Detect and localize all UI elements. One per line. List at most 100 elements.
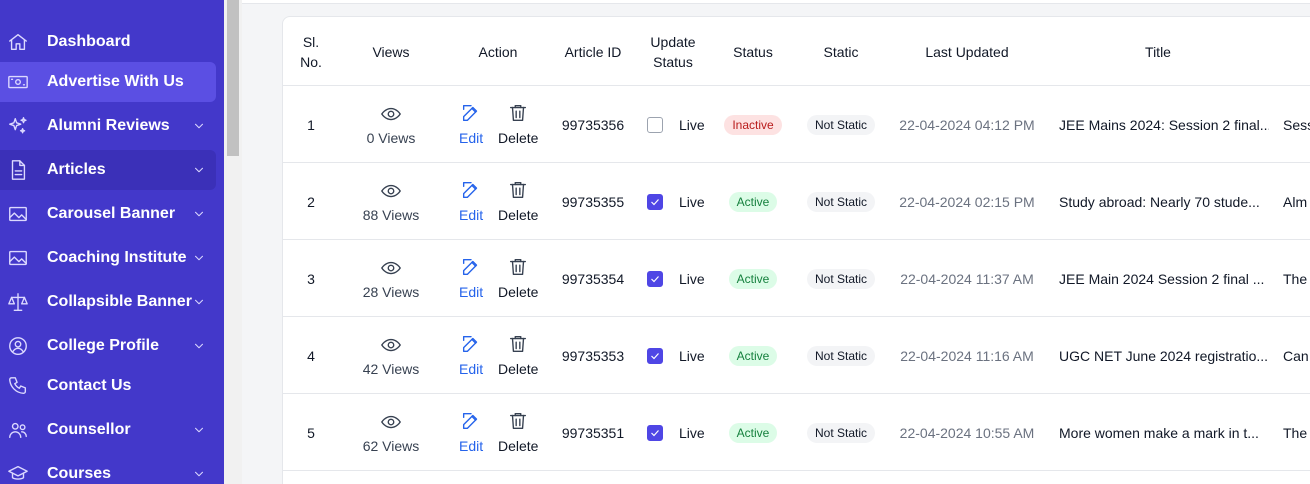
chevron-down-icon[interactable] — [192, 119, 206, 133]
table-row: 5 62 Views Edit Delete 99735351 Live Act… — [283, 394, 1310, 471]
sidebar-scrollbar[interactable] — [224, 0, 242, 484]
graduation-cap-icon — [7, 463, 29, 484]
views-count: 88 Views — [362, 207, 420, 223]
cell-status: Active — [713, 163, 793, 240]
cell-sl-no: 1 — [307, 116, 315, 133]
static-badge: Not Static — [806, 191, 876, 212]
cell-title: More women make a mark in t... — [1059, 424, 1259, 441]
live-checkbox[interactable] — [647, 193, 663, 210]
static-badge: Not Static — [806, 345, 876, 366]
cell-sl-no: 3 — [307, 270, 315, 287]
cell-static: Not Static — [793, 163, 889, 240]
live-label: Live — [679, 424, 705, 441]
cell-update-status: Live — [633, 86, 713, 163]
edit-button[interactable]: Edit — [459, 333, 483, 377]
edit-label: Edit — [459, 361, 484, 377]
live-checkbox[interactable] — [647, 347, 663, 364]
main-content: Sl. No. Views Action Article ID Update S… — [242, 0, 1310, 484]
chevron-down-icon[interactable] — [192, 207, 206, 221]
sidebar-item-alumni-reviews[interactable]: Alumni Reviews — [0, 106, 216, 146]
cell-update-status: Live — [633, 163, 713, 240]
live-checkbox[interactable] — [647, 116, 663, 133]
sidebar-item-label: Courses — [47, 465, 112, 482]
header-action: Action — [478, 43, 518, 60]
sidebar-scroll-thumb[interactable] — [227, 0, 239, 156]
sidebar-item-label: College Profile — [47, 337, 160, 354]
delete-button[interactable]: Delete — [498, 410, 538, 454]
cell-next-column: Sess — [1283, 116, 1310, 133]
cell-views: 62 Views — [339, 394, 443, 471]
views-count: 0 Views — [366, 130, 416, 146]
cell-last-updated: 22-04-2024 11:37 AM — [900, 270, 1034, 287]
sidebar-item-courses[interactable]: Courses — [0, 454, 216, 484]
edit-label: Edit — [459, 207, 484, 223]
image-icon — [7, 203, 29, 225]
edit-button[interactable]: Edit — [459, 102, 483, 146]
sidebar-item-label: Carousel Banner — [47, 205, 176, 222]
scale-icon — [7, 291, 29, 313]
sidebar-item-college-profile[interactable]: College Profile — [0, 326, 216, 366]
sidebar-item-contact-us[interactable]: Contact Us — [0, 366, 216, 406]
chevron-down-icon[interactable] — [192, 423, 206, 437]
sidebar-item-coaching-institute[interactable]: Coaching Institute — [0, 238, 216, 278]
cell-article-id: 99735354 — [561, 270, 625, 287]
cell-next-column: The — [1283, 424, 1308, 441]
sidebar-item-articles[interactable]: Articles — [0, 150, 216, 190]
header-views: Views — [372, 43, 410, 60]
sparkles-icon — [7, 115, 29, 137]
status-badge: Active — [728, 422, 778, 443]
edit-label: Edit — [459, 130, 484, 146]
phone-icon — [7, 375, 29, 397]
cell-views: 0 Views — [339, 86, 443, 163]
edit-button[interactable]: Edit — [459, 179, 483, 223]
top-divider — [242, 0, 1310, 4]
cell-update-status: Live — [633, 317, 713, 394]
cell-status: Inactive — [713, 86, 793, 163]
chevron-down-icon[interactable] — [192, 339, 206, 353]
chevron-down-icon[interactable] — [192, 295, 206, 309]
header-article-id: Article ID — [564, 43, 622, 60]
cell-article-id: 99735355 — [561, 193, 625, 210]
trash-icon — [507, 179, 529, 206]
delete-button[interactable]: Delete — [498, 179, 538, 223]
delete-button[interactable]: Delete — [498, 102, 538, 146]
cell-status: Active — [713, 240, 793, 317]
table-row: 3 28 Views Edit Delete 99735354 Live Act… — [283, 240, 1310, 317]
chevron-down-icon[interactable] — [192, 467, 206, 481]
chevron-down-icon[interactable] — [192, 251, 206, 265]
edit-button[interactable]: Edit — [459, 410, 483, 454]
trash-icon — [507, 102, 529, 129]
delete-label: Delete — [498, 438, 539, 454]
delete-button[interactable]: Delete — [498, 256, 538, 300]
live-checkbox[interactable] — [647, 424, 663, 441]
cell-sl-no: 2 — [307, 193, 315, 210]
cell-static: Not Static — [793, 240, 889, 317]
cell-next-column: Alm — [1283, 193, 1308, 210]
app-root: Dashboard Advertise With Us Alumni Reviews… — [0, 0, 1310, 484]
delete-button[interactable]: Delete — [498, 333, 538, 377]
cell-article-id: 99735353 — [561, 347, 625, 364]
views-count: 42 Views — [362, 361, 420, 377]
edit-button[interactable]: Edit — [459, 256, 483, 300]
chevron-down-icon[interactable] — [192, 163, 206, 177]
sidebar-item-collapsible-banner[interactable]: Collapsible Banner — [0, 282, 216, 322]
status-badge: Active — [728, 345, 778, 366]
sidebar-item-label: Dashboard — [47, 33, 131, 50]
home-icon — [7, 31, 29, 53]
views-count: 62 Views — [362, 438, 420, 454]
table-row: 2 88 Views Edit Delete 99735355 Live Act… — [283, 163, 1310, 240]
users-icon — [7, 419, 29, 441]
sidebar-item-advertise-with-us[interactable]: Advertise With Us — [0, 62, 216, 102]
cell-last-updated: 22-04-2024 10:55 AM — [899, 424, 1035, 441]
sidebar-item-carousel-banner[interactable]: Carousel Banner — [0, 194, 216, 234]
cell-last-updated: 22-04-2024 04:12 PM — [899, 116, 1035, 133]
cell-update-status: Live — [633, 394, 713, 471]
eye-icon — [380, 411, 402, 436]
image-icon — [7, 247, 29, 269]
header-static: Static — [823, 43, 859, 60]
trash-icon — [507, 333, 529, 360]
sidebar-item-counsellor[interactable]: Counsellor — [0, 410, 216, 450]
live-checkbox[interactable] — [647, 270, 663, 287]
edit-icon — [460, 410, 482, 437]
sidebar-item-dashboard[interactable]: Dashboard — [0, 22, 216, 62]
